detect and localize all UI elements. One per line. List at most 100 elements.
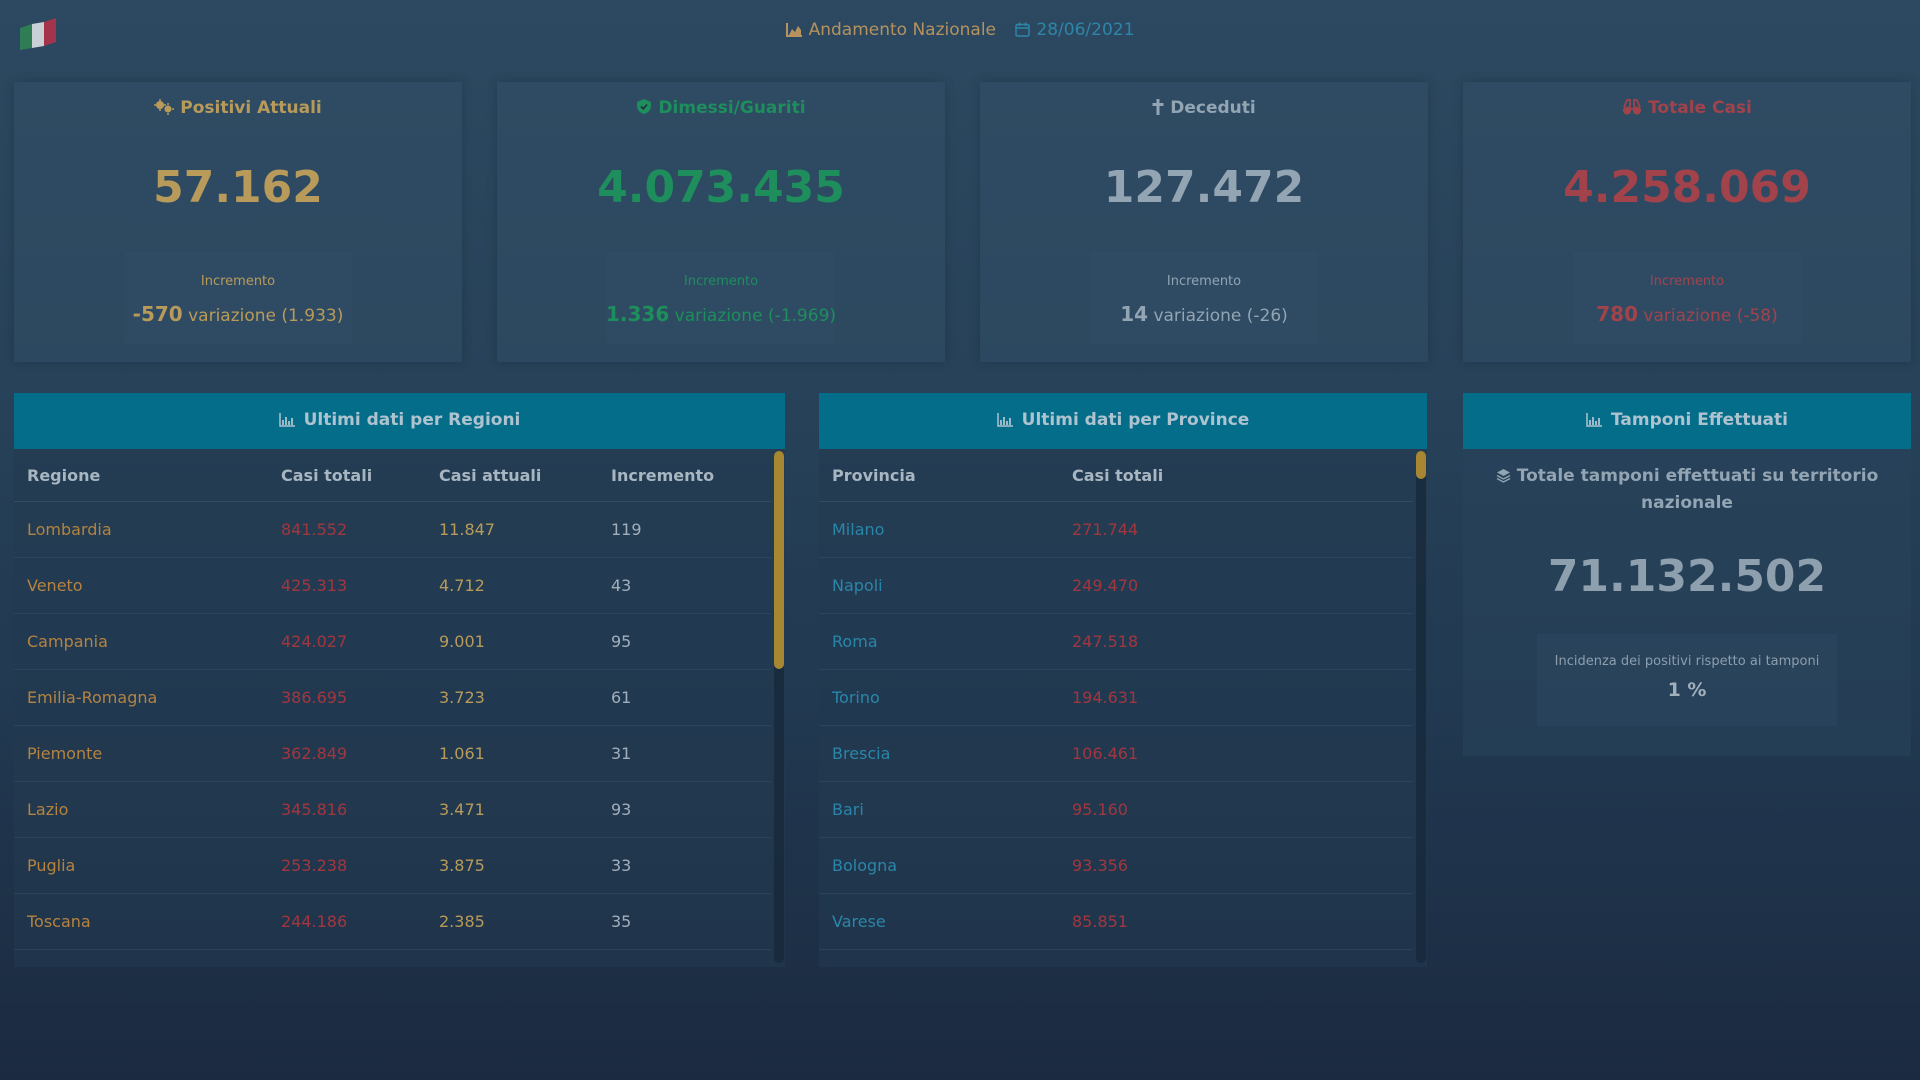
table-row[interactable]: Brescia 106.461 [819, 725, 1413, 782]
header-title-group: Andamento Nazionale 28/06/2021 [0, 20, 1920, 40]
cell-provincia[interactable]: Varese [819, 893, 1059, 950]
cell-casi-totali: 106.461 [1059, 725, 1413, 782]
cell-provincia[interactable]: Roma [819, 613, 1059, 670]
increment-value: -570 [132, 302, 183, 326]
layers-icon [1496, 469, 1511, 483]
table-row[interactable]: Roma 247.518 [819, 613, 1413, 670]
card-increment-box [1573, 252, 1801, 344]
cell-provincia[interactable]: Brescia [819, 725, 1059, 782]
panel-regioni-header: Ultimi dati per Regioni [14, 393, 785, 449]
card-dimessi-guariti: Dimessi/Guariti 4.073.435 Incremento 1.3… [497, 82, 945, 362]
cell-casi-totali: 425.313 [268, 557, 426, 614]
cell-casi-attuali: 4.712 [426, 557, 598, 614]
tamponi-value: 71.132.502 [1547, 551, 1827, 602]
card-totale-casi: Totale Casi 4.258.069 Incremento 780 var… [1463, 82, 1911, 362]
table-row[interactable]: Veneto 425.313 4.712 43 [14, 557, 771, 614]
panel-regioni: Ultimi dati per Regioni Regione Casi tot… [14, 393, 785, 967]
chart-area-icon [785, 23, 802, 37]
cell-regione[interactable]: Piemonte [14, 725, 268, 782]
table-row[interactable]: Emilia-Romagna 386.695 3.723 61 [14, 669, 771, 726]
cell-provincia[interactable]: Napoli [819, 557, 1059, 614]
card-increment: 1.336 variazione (-1.969) [497, 302, 945, 326]
card-title: Positivi Attuali [14, 98, 462, 118]
card-increment-label: Incremento [200, 274, 276, 289]
col-casi-totali[interactable]: Casi totali [268, 449, 426, 502]
table-header-row: Regione Casi totali Casi attuali Increme… [14, 449, 771, 502]
card-positivi-attuali: Positivi Attuali 57.162 Incremento -570 … [14, 82, 462, 362]
cell-provincia[interactable]: Milano [819, 501, 1059, 558]
panel-province-header: Ultimi dati per Province [819, 393, 1427, 449]
table-row[interactable]: Bari 95.160 [819, 781, 1413, 838]
province-scrollbar[interactable] [1416, 451, 1426, 963]
regioni-scrollbar[interactable] [774, 451, 784, 963]
variation-text: variazione (1.933) [188, 306, 344, 326]
card-increment: 14 variazione (-26) [980, 302, 1428, 326]
table-row[interactable]: Lombardia 841.552 11.847 119 [14, 501, 771, 558]
cell-incremento: 61 [598, 669, 771, 726]
cell-casi-totali: 253.238 [268, 837, 426, 894]
card-value: 57.162 [153, 162, 323, 213]
cell-regione[interactable]: Campania [14, 613, 268, 670]
cell-casi-totali: 244.186 [268, 893, 426, 950]
table-row[interactable]: Campania 424.027 9.001 95 [14, 613, 771, 670]
tamponi-subtitle: Totale tamponi effettuati su territorio … [1493, 463, 1881, 517]
shield-icon [637, 99, 652, 114]
virus-icon [154, 99, 175, 115]
cell-provincia[interactable]: Bologna [819, 837, 1059, 894]
cell-incremento: 95 [598, 613, 771, 670]
cell-casi-attuali: 3.723 [426, 669, 598, 726]
table-row[interactable]: Milano 271.744 [819, 501, 1413, 558]
province-table: Provincia Casi totali Milano 271.744 Napo… [819, 449, 1413, 950]
cell-incremento: 33 [598, 837, 771, 894]
cell-casi-totali: 93.356 [1059, 837, 1413, 894]
card-value: 127.472 [1103, 162, 1305, 213]
cell-casi-totali: 362.849 [268, 725, 426, 782]
cell-provincia[interactable]: Torino [819, 669, 1059, 726]
col-provincia[interactable]: Provincia [819, 449, 1059, 502]
cell-casi-totali: 386.695 [268, 669, 426, 726]
card-title: Deceduti [980, 98, 1428, 118]
table-row[interactable]: Toscana 244.186 2.385 35 [14, 893, 771, 950]
cell-regione[interactable]: Veneto [14, 557, 268, 614]
table-row[interactable]: Bologna 93.356 [819, 837, 1413, 894]
table-row[interactable]: Napoli 249.470 [819, 557, 1413, 614]
panel-province: Ultimi dati per Province Provincia Casi … [819, 393, 1427, 967]
card-increment-box [607, 252, 835, 344]
cell-regione[interactable]: Lombardia [14, 501, 268, 558]
cross-icon [1152, 99, 1164, 115]
cell-casi-totali: 271.744 [1059, 501, 1413, 558]
card-deceduti: Deceduti 127.472 Incremento 14 variazion… [980, 82, 1428, 362]
province-scrollbar-thumb[interactable] [1416, 451, 1426, 479]
cell-regione[interactable]: Emilia-Romagna [14, 669, 268, 726]
cell-provincia[interactable]: Bari [819, 781, 1059, 838]
card-title: Dimessi/Guariti [497, 98, 945, 118]
cell-casi-totali: 249.470 [1059, 557, 1413, 614]
cell-casi-attuali: 1.061 [426, 725, 598, 782]
cell-casi-totali: 95.160 [1059, 781, 1413, 838]
cell-casi-totali: 424.027 [268, 613, 426, 670]
incidence-value: 1 % [1667, 679, 1707, 701]
variation-text: variazione (-1.969) [674, 306, 837, 326]
table-row[interactable]: Torino 194.631 [819, 669, 1413, 726]
tamponi-incidence-box: Incidenza dei positivi rispetto ai tampo… [1537, 634, 1837, 726]
table-row[interactable]: Puglia 253.238 3.875 33 [14, 837, 771, 894]
cell-casi-totali: 345.816 [268, 781, 426, 838]
regioni-scrollbar-thumb[interactable] [774, 451, 784, 669]
cell-regione[interactable]: Toscana [14, 893, 268, 950]
col-casi-totali[interactable]: Casi totali [1059, 449, 1413, 502]
increment-value: 1.336 [605, 302, 670, 326]
col-regione[interactable]: Regione [14, 449, 268, 502]
col-incremento[interactable]: Incremento [598, 449, 771, 502]
card-increment-box [124, 252, 352, 344]
table-row[interactable]: Lazio 345.816 3.471 93 [14, 781, 771, 838]
cell-incremento: 43 [598, 557, 771, 614]
table-row[interactable]: Piemonte 362.849 1.061 31 [14, 725, 771, 782]
cell-regione[interactable]: Lazio [14, 781, 268, 838]
header-title[interactable]: Andamento Nazionale [785, 20, 1002, 40]
table-row[interactable]: Varese 85.851 [819, 893, 1413, 950]
cell-incremento: 31 [598, 725, 771, 782]
cell-casi-attuali: 11.847 [426, 501, 598, 558]
col-casi-attuali[interactable]: Casi attuali [426, 449, 598, 502]
card-title: Totale Casi [1463, 98, 1911, 118]
cell-regione[interactable]: Puglia [14, 837, 268, 894]
